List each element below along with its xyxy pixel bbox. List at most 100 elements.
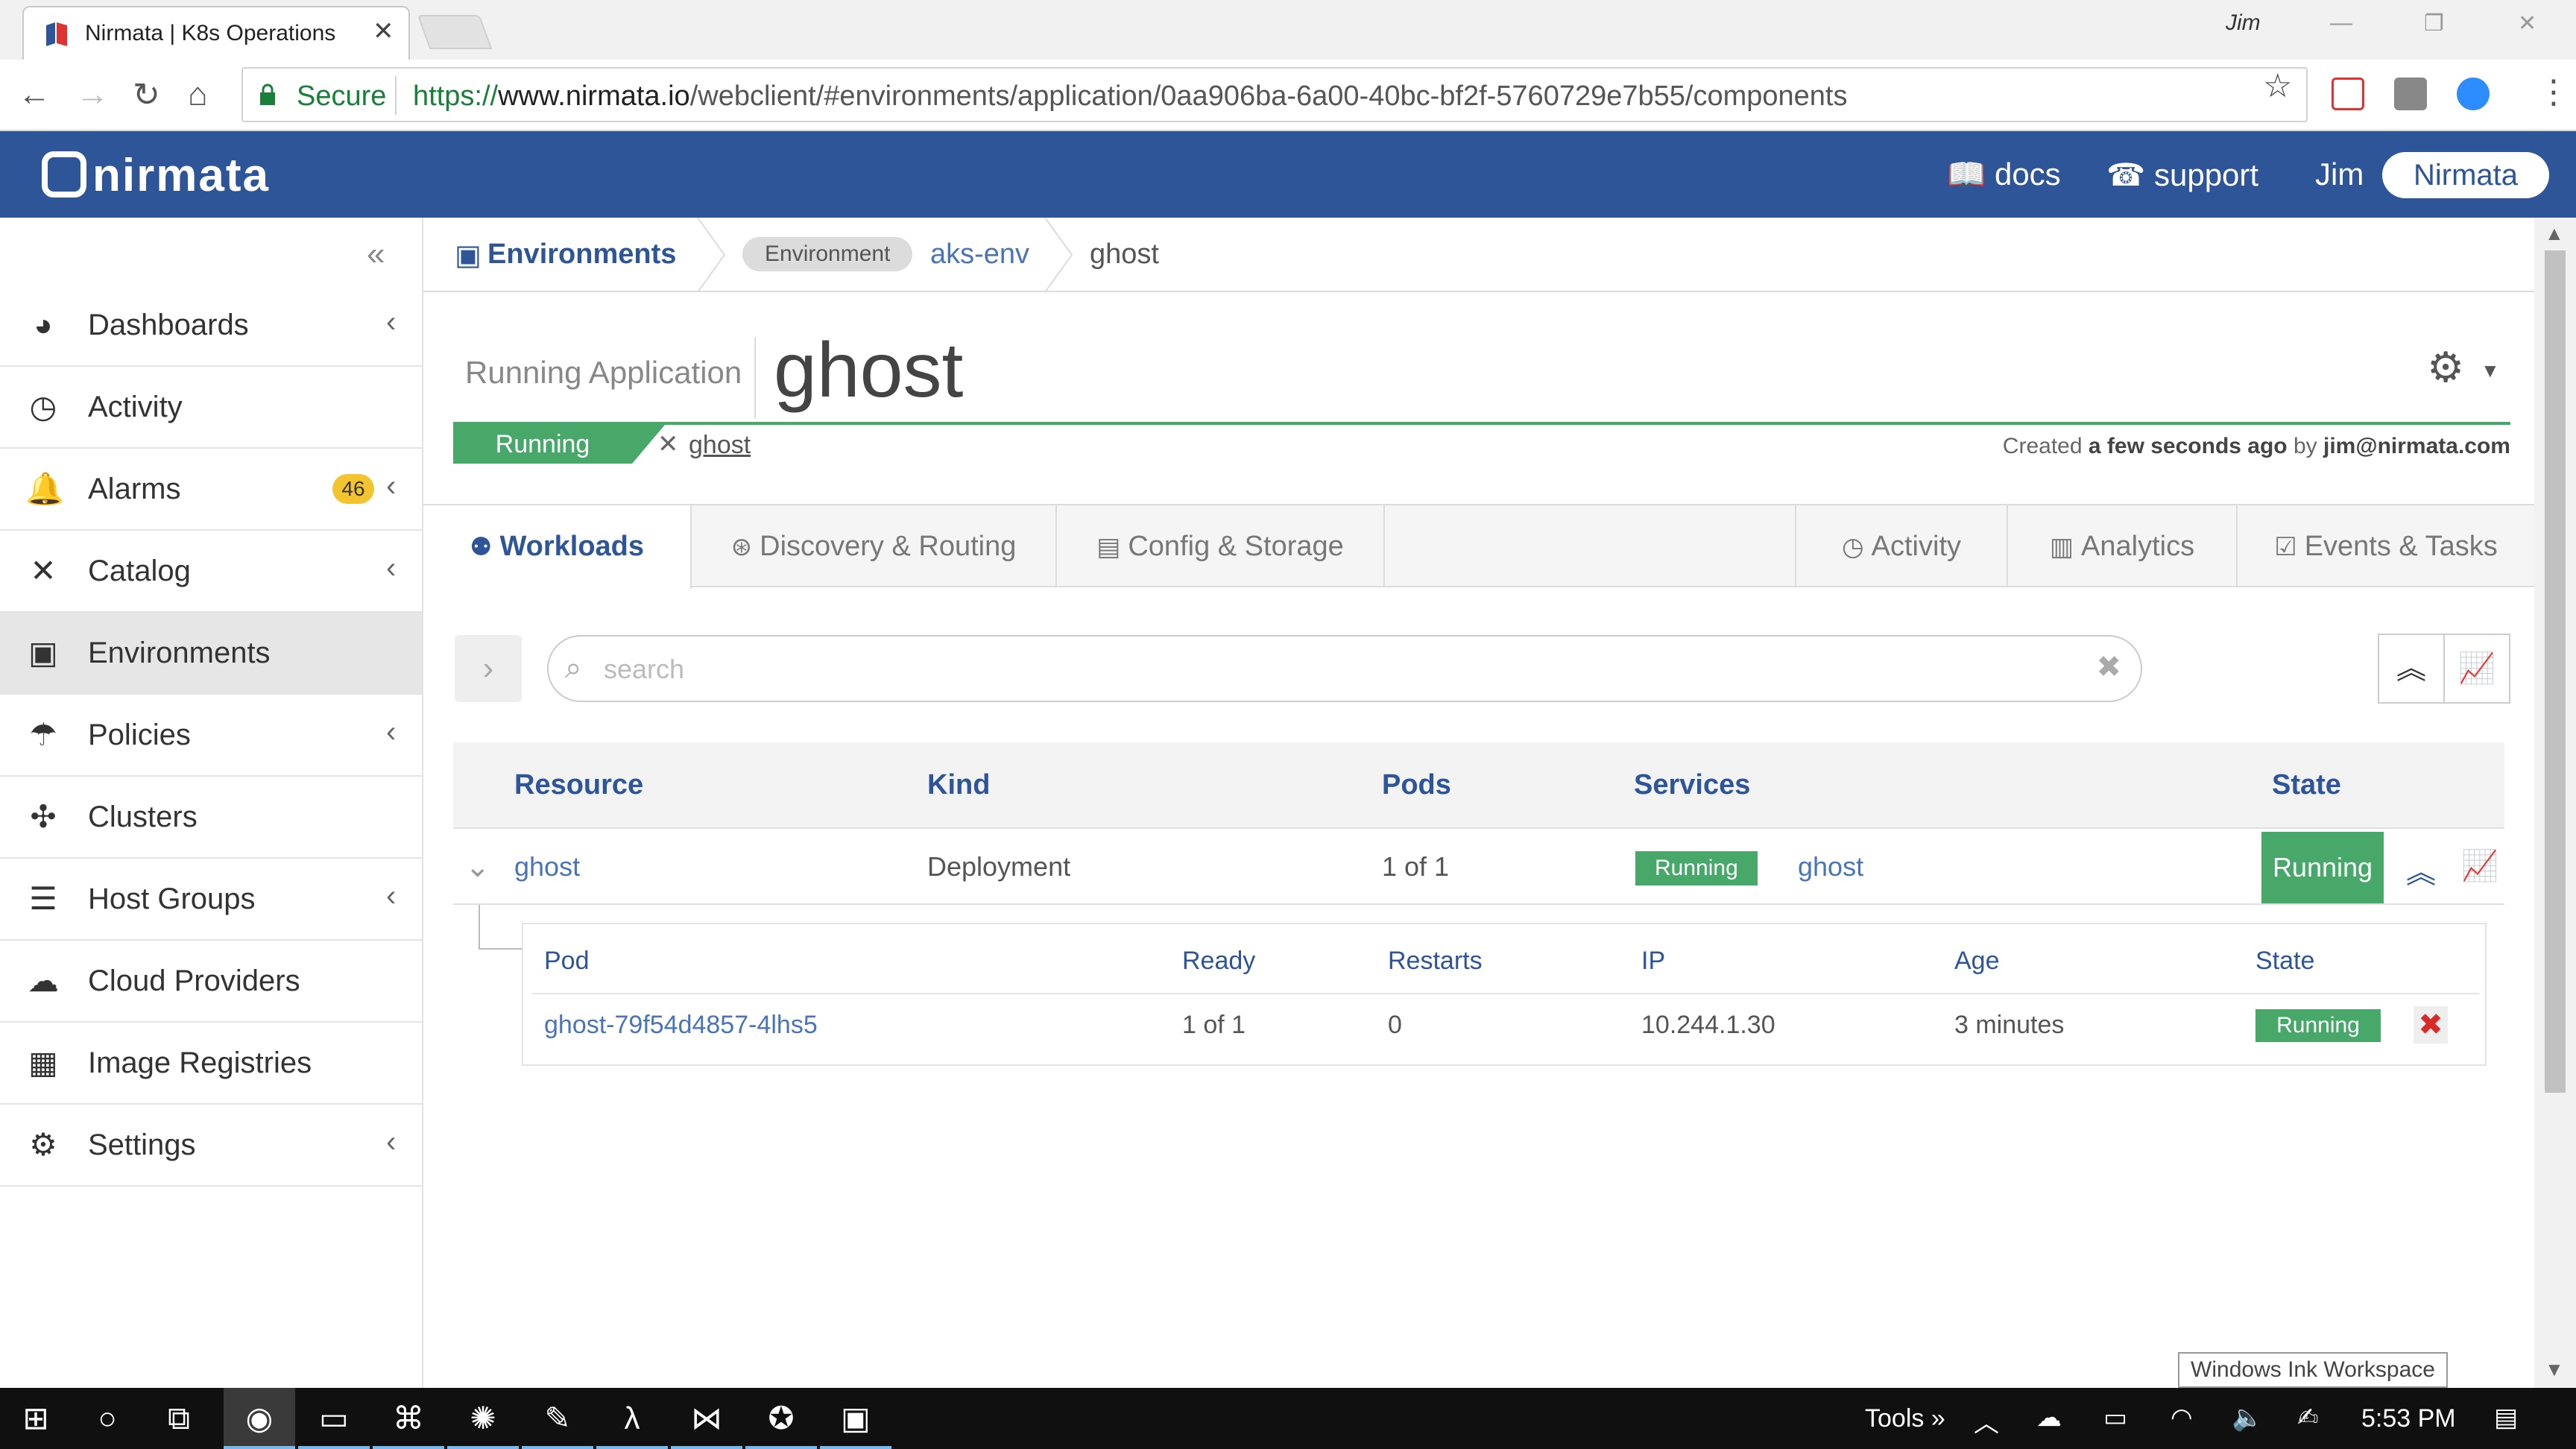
breadcrumb-environments[interactable]: Environments: [487, 239, 676, 271]
col-pods[interactable]: Pods: [1382, 769, 1451, 801]
col-restarts[interactable]: Restarts: [1388, 947, 1483, 976]
chrome-icon[interactable]: ◉: [224, 1388, 295, 1449]
tools-toolbar[interactable]: Tools »: [1865, 1404, 1945, 1433]
tab-events-tasks[interactable]: ☑ Events & Tasks: [2238, 505, 2534, 587]
vscode-icon[interactable]: ⋈: [671, 1388, 742, 1449]
resource-link[interactable]: ghost: [514, 851, 580, 883]
support-link[interactable]: ☎ support: [2106, 157, 2258, 193]
col-pod-state[interactable]: State: [2255, 947, 2314, 976]
col-age[interactable]: Age: [1954, 947, 2000, 976]
tab-activity[interactable]: ◷ Activity: [1795, 505, 2008, 587]
sidebar-item-alarms[interactable]: 🔔 Alarms 46 ‹: [0, 449, 422, 531]
analytics-chart-button[interactable]: 📈: [2443, 634, 2510, 704]
sidebar-item-environments[interactable]: ▣ Environments: [0, 613, 422, 695]
expand-panel-button[interactable]: ›: [455, 635, 522, 702]
bookmark-star-icon[interactable]: ☆: [2263, 67, 2292, 105]
lambda-icon[interactable]: λ: [596, 1388, 668, 1449]
chevron-left-icon[interactable]: ‹: [386, 552, 396, 585]
tab-workloads[interactable]: ⚉ Workloads: [423, 505, 692, 589]
restore-icon[interactable]: ❐: [2424, 10, 2444, 37]
gear-icon[interactable]: ⚙: [2427, 343, 2464, 392]
sidebar-item-catalog[interactable]: ✕ Catalog ‹: [0, 531, 422, 613]
cortana-icon[interactable]: ○: [72, 1388, 143, 1449]
clock[interactable]: 5:53 PM: [2361, 1404, 2456, 1433]
chevron-left-icon[interactable]: ‹: [386, 306, 396, 339]
settings-icon[interactable]: ✪: [745, 1388, 817, 1449]
home-icon[interactable]: ⌂: [188, 76, 208, 113]
acrobat-icon[interactable]: ⌘: [373, 1388, 444, 1449]
sidebar-item-policies[interactable]: ☂ Policies ‹: [0, 695, 422, 777]
close-tab-icon[interactable]: ✕: [373, 16, 394, 46]
action-center-icon[interactable]: ▤: [2494, 1403, 2518, 1433]
url-text[interactable]: https://www.nirmata.io/webclient/#enviro…: [413, 80, 1847, 113]
task-view-icon[interactable]: ⧉: [143, 1388, 215, 1449]
chevron-down-icon[interactable]: ▼: [2481, 359, 2500, 382]
onedrive-icon[interactable]: ☁: [2036, 1403, 2062, 1433]
table-row[interactable]: ⌄ ghost Deployment 1 of 1 Running ghost …: [453, 827, 2504, 905]
zoom-extension-icon[interactable]: [2457, 78, 2490, 110]
sidebar-item-activity[interactable]: ◷ Activity: [0, 367, 422, 449]
sidebar-item-cloud-providers[interactable]: ☁ Cloud Providers: [0, 941, 422, 1023]
sidebar-item-image-registries[interactable]: ▦ Image Registries: [0, 1023, 422, 1105]
chevron-down-icon[interactable]: ⌄: [465, 850, 490, 884]
col-ready[interactable]: Ready: [1182, 947, 1255, 976]
line-chart-icon[interactable]: 📈: [2461, 848, 2498, 883]
delete-pod-icon[interactable]: ✖: [2414, 1006, 2448, 1044]
app-icon[interactable]: ✺: [447, 1388, 519, 1449]
sidebar-item-clusters[interactable]: ✣ Clusters: [0, 777, 422, 859]
col-resource[interactable]: Resource: [514, 769, 643, 801]
collapse-sidebar-icon[interactable]: «: [367, 236, 385, 273]
windows-ink-icon[interactable]: ✍: [2297, 1403, 2319, 1433]
extension-icon[interactable]: [2394, 78, 2427, 110]
col-services[interactable]: Services: [1634, 769, 1750, 801]
scrollbar-thumb[interactable]: [2545, 250, 2566, 1093]
breadcrumb-environment[interactable]: aks-env: [930, 239, 1029, 271]
scrollbar[interactable]: ▲ ▼: [2534, 218, 2576, 1388]
browser-menu-icon[interactable]: ⋮: [2537, 73, 2570, 111]
org-button[interactable]: Nirmata: [2382, 152, 2549, 198]
col-ip[interactable]: IP: [1641, 947, 1665, 976]
tab-analytics[interactable]: ▥ Analytics: [2008, 505, 2238, 587]
browser-tab[interactable]: Nirmata | K8s Operations ✕: [22, 6, 410, 60]
chevron-left-icon[interactable]: ‹: [386, 470, 396, 503]
catalog-app-link[interactable]: ghost: [689, 431, 751, 460]
sidebar-item-settings[interactable]: ⚙ Settings ‹: [0, 1105, 422, 1187]
back-icon[interactable]: ←: [18, 76, 51, 113]
reload-icon[interactable]: ↻: [133, 76, 160, 114]
service-link[interactable]: ghost: [1798, 851, 1863, 883]
nirmata-logo[interactable]: nirmata: [42, 149, 270, 202]
pod-link[interactable]: ghost-79f54d4857-4lhs5: [544, 1011, 818, 1040]
sidebar-item-host-groups[interactable]: ☰ Host Groups ‹: [0, 859, 422, 941]
clear-search-icon[interactable]: ✖: [2096, 650, 2121, 684]
docs-link[interactable]: 📖 docs: [1947, 157, 2061, 193]
col-kind[interactable]: Kind: [927, 769, 990, 801]
new-tab-button[interactable]: [417, 15, 493, 49]
notepad-icon[interactable]: ✎: [522, 1388, 593, 1449]
col-pod[interactable]: Pod: [544, 947, 590, 976]
windows-start-icon[interactable]: ⊞: [0, 1388, 72, 1449]
gmail-extension-icon[interactable]: [2332, 78, 2364, 110]
tab-discovery-routing[interactable]: ⊛ Discovery & Routing: [692, 505, 1057, 587]
minimize-icon[interactable]: —: [2330, 10, 2352, 36]
address-bar[interactable]: Secure https://www.nirmata.io/webclient/…: [242, 67, 2308, 122]
browser-profile-name[interactable]: Jim: [2226, 10, 2261, 36]
window-close-icon[interactable]: ✕: [2518, 10, 2536, 37]
file-explorer-icon[interactable]: ▭: [298, 1388, 370, 1449]
chevron-left-icon[interactable]: ‹: [386, 716, 396, 749]
battery-icon[interactable]: ▭: [2103, 1403, 2127, 1433]
forward-icon[interactable]: →: [76, 76, 109, 113]
volume-icon[interactable]: 🔈: [2232, 1403, 2263, 1433]
user-menu[interactable]: Jim: [2315, 157, 2364, 192]
chevron-left-icon[interactable]: ‹: [386, 1126, 396, 1159]
chevron-up-icon[interactable]: ︿: [1974, 1403, 1999, 1439]
collapse-row-icon[interactable]: ︽: [2406, 848, 2436, 891]
col-state[interactable]: State: [2272, 769, 2341, 801]
collapse-all-button[interactable]: ︽: [2378, 634, 2445, 704]
sidebar-item-dashboards[interactable]: ◕ Dashboards ‹: [0, 285, 422, 367]
scroll-down-icon[interactable]: ▼: [2545, 1358, 2564, 1381]
terminal-icon[interactable]: ▣: [820, 1388, 891, 1449]
search-input[interactable]: [604, 647, 2065, 692]
scroll-up-icon[interactable]: ▲: [2545, 222, 2564, 245]
wifi-icon[interactable]: ◠: [2171, 1403, 2193, 1433]
tab-config-storage[interactable]: ▤ Config & Storage: [1057, 505, 1385, 587]
